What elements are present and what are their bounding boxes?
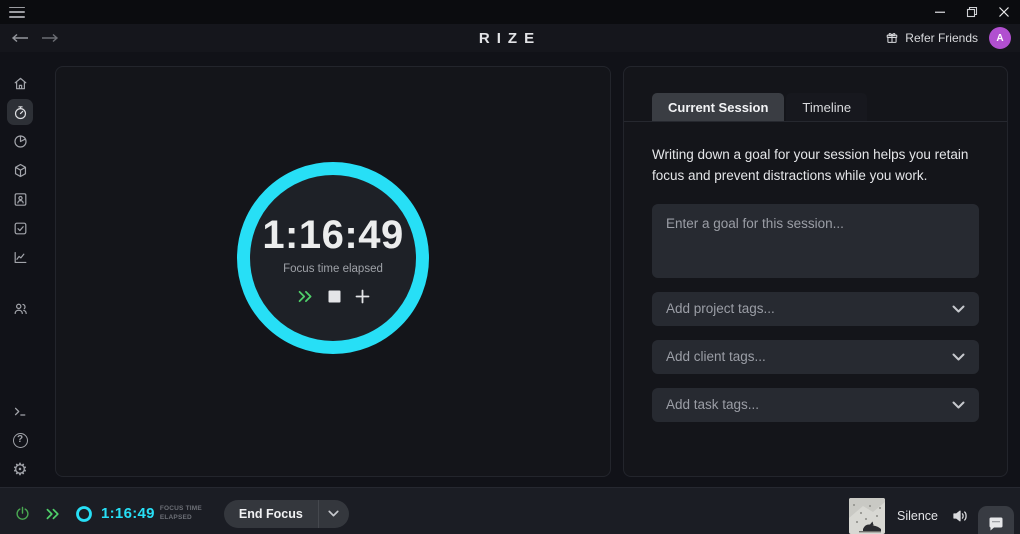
main-content: 1:16:49 Focus time elapsed Current Sessi… <box>40 52 1020 487</box>
close-button[interactable] <box>988 0 1020 24</box>
back-button[interactable] <box>10 33 30 43</box>
end-focus-button[interactable]: End Focus <box>223 499 349 528</box>
gear-icon: ⚙ <box>12 459 28 479</box>
title-bar <box>0 0 1020 24</box>
footer-bar: 1:16:49 FOCUS TIME ELAPSED End Focus Sil… <box>0 487 1020 534</box>
album-art[interactable] <box>849 497 885 534</box>
rize-app-window: RIZE Refer Friends A ? ⚙ 1:16:49 Focus t… <box>0 0 1020 534</box>
footer-elapsed-time: 1:16:49 <box>101 505 155 522</box>
focus-progress-ring: 1:16:49 Focus time elapsed <box>237 162 429 354</box>
sidebar-item-clients[interactable] <box>7 186 33 212</box>
end-focus-caret[interactable] <box>319 500 349 528</box>
tab-timeline[interactable]: Timeline <box>786 93 868 121</box>
gift-icon <box>885 31 899 45</box>
chevron-down-icon <box>952 305 965 313</box>
task-tags-placeholder: Add task tags... <box>666 397 760 413</box>
sidebar-item-tasks[interactable] <box>7 215 33 241</box>
sidebar-item-reports[interactable] <box>7 244 33 270</box>
rize-logo: RIZE <box>478 29 542 47</box>
speaker-icon[interactable] <box>952 509 968 523</box>
forward-button[interactable] <box>40 33 60 43</box>
end-focus-label: End Focus <box>238 506 303 521</box>
sidebar-item-help[interactable]: ? <box>7 427 33 453</box>
restore-button[interactable] <box>956 0 988 24</box>
hamburger-menu-icon[interactable] <box>9 6 25 18</box>
chevron-down-icon <box>952 401 965 409</box>
now-playing-label: Silence <box>897 508 938 523</box>
terminal-icon <box>12 403 29 420</box>
fast-forward-icon[interactable] <box>45 507 61 521</box>
package-icon <box>12 162 29 179</box>
sidebar-item-settings[interactable]: ⚙ <box>7 456 33 482</box>
power-button[interactable] <box>14 505 31 522</box>
team-icon <box>12 300 29 317</box>
fast-forward-button[interactable] <box>297 289 314 304</box>
sidebar-item-analytics[interactable] <box>7 128 33 154</box>
focus-time-caption: Focus time elapsed <box>283 262 383 275</box>
footer-elapsed-label: FOCUS TIME ELAPSED <box>159 505 202 521</box>
session-description: Writing down a goal for your session hel… <box>652 147 969 183</box>
focus-ring-icon <box>75 505 93 523</box>
timer-card: 1:16:49 Focus time elapsed <box>55 66 611 477</box>
sidebar: ? ⚙ <box>0 52 40 487</box>
task-tags-dropdown[interactable]: Add task tags... <box>652 387 979 422</box>
goal-input[interactable] <box>652 203 979 278</box>
project-tags-placeholder: Add project tags... <box>666 301 775 317</box>
project-tags-dropdown[interactable]: Add project tags... <box>652 291 979 326</box>
client-tags-placeholder: Add client tags... <box>666 349 766 365</box>
media-group: Silence <box>849 497 968 534</box>
stop-button[interactable] <box>328 290 341 303</box>
checkbox-icon <box>12 220 29 237</box>
chevron-down-icon <box>952 353 965 361</box>
line-chart-icon <box>12 249 29 266</box>
chat-button[interactable] <box>978 506 1014 534</box>
stopwatch-icon <box>12 104 29 121</box>
sidebar-item-categories[interactable] <box>7 157 33 183</box>
minimize-button[interactable] <box>924 0 956 24</box>
nav-bar: RIZE Refer Friends A <box>0 24 1020 52</box>
session-card: Current Session Timeline Writing down a … <box>623 66 1008 477</box>
sidebar-item-home[interactable] <box>7 70 33 96</box>
help-icon: ? <box>12 432 28 448</box>
add-time-button[interactable] <box>355 289 370 304</box>
home-icon <box>12 75 29 92</box>
pie-chart-icon <box>12 133 29 150</box>
contact-card-icon <box>12 191 29 208</box>
session-tabbar: Current Session Timeline <box>624 93 1007 122</box>
timer-controls <box>297 289 370 304</box>
refer-friends-label: Refer Friends <box>905 31 978 45</box>
focus-time-elapsed: 1:16:49 <box>262 212 404 257</box>
refer-friends-button[interactable]: Refer Friends <box>885 31 978 45</box>
window-controls <box>924 0 1020 24</box>
avatar[interactable]: A <box>989 27 1011 49</box>
chat-bubble-icon <box>988 517 1004 532</box>
workspace: ? ⚙ 1:16:49 Focus time elapsed Current S… <box>0 52 1020 487</box>
client-tags-dropdown[interactable]: Add client tags... <box>652 339 979 374</box>
sidebar-item-team[interactable] <box>7 295 33 321</box>
sidebar-item-timer[interactable] <box>7 99 33 125</box>
sidebar-item-terminal[interactable] <box>7 398 33 424</box>
nav-right-group: Refer Friends A <box>885 27 1011 49</box>
tab-current-session[interactable]: Current Session <box>652 93 785 121</box>
